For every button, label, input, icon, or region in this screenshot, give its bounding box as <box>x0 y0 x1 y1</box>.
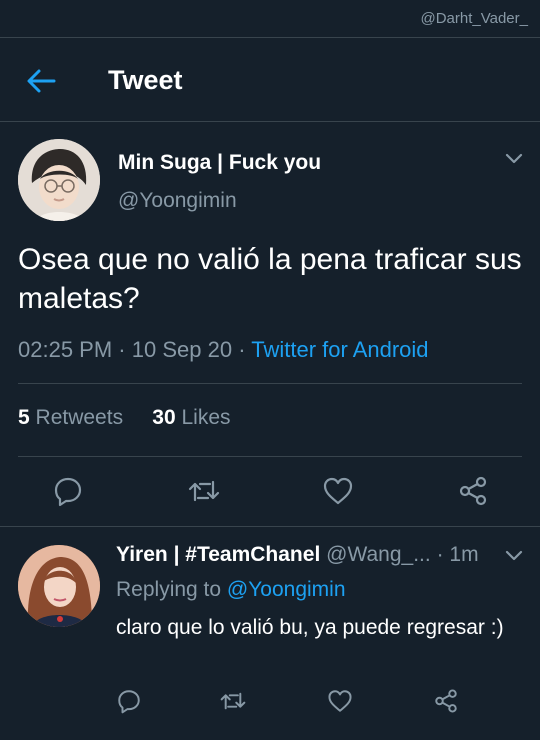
arrow-left-icon <box>27 69 56 93</box>
reply-author-handle[interactable]: @Wang_... <box>326 543 431 566</box>
stats-divider-top <box>18 383 522 384</box>
share-icon <box>435 689 457 713</box>
author-avatar[interactable] <box>18 139 100 221</box>
meta-separator: · <box>238 337 252 362</box>
reply-author-name[interactable]: Yiren | #TeamChanel <box>116 543 320 566</box>
retweet-icon <box>220 692 246 710</box>
like-button[interactable] <box>322 475 354 507</box>
retweets-stat[interactable]: 5 Retweets <box>18 406 123 429</box>
meta-separator: · <box>118 337 132 362</box>
author-handle[interactable]: @Yoongimin <box>118 189 237 213</box>
replying-to-mention[interactable]: @Yoongimin <box>227 578 346 601</box>
watermark: @Darht_Vader_ <box>420 10 528 27</box>
back-button[interactable] <box>24 66 58 96</box>
reply-button[interactable] <box>52 475 84 507</box>
reply-reply-button[interactable] <box>116 688 142 714</box>
reply-header: Yiren | #TeamChanel @Wang_... · 1m <box>116 543 479 567</box>
reply-text: claro que lo valió bu, ya puede regresar… <box>116 616 504 639</box>
header-divider <box>0 121 540 122</box>
avatar-photo <box>18 545 100 627</box>
tweet-time: 02:25 PM <box>18 337 113 362</box>
reply-share-button[interactable] <box>433 688 459 714</box>
share-icon <box>459 476 487 506</box>
reply-like-button[interactable] <box>327 688 353 714</box>
chevron-down-icon <box>505 153 523 164</box>
tweet-meta: 02:25 PM · 10 Sep 20 · Twitter for Andro… <box>18 337 429 363</box>
replying-to: Replying to @Yoongimin <box>116 578 346 602</box>
retweet-icon <box>188 480 220 502</box>
reply-divider <box>0 526 540 527</box>
likes-stat[interactable]: 30 Likes <box>152 406 230 429</box>
author-name[interactable]: Min Suga | Fuck you <box>118 151 321 175</box>
reply-time: 1m <box>449 543 479 566</box>
header-separator: · <box>436 543 444 566</box>
reply-retweet-button[interactable] <box>220 688 246 714</box>
comment-icon <box>118 690 140 714</box>
reply-author-avatar[interactable] <box>18 545 100 627</box>
tweet-stats: 5 Retweets 30 Likes <box>18 406 231 430</box>
share-button[interactable] <box>457 475 489 507</box>
retweet-button[interactable] <box>188 475 220 507</box>
tweet-date: 10 Sep 20 <box>131 337 233 362</box>
top-divider <box>0 37 540 38</box>
tweet-text: Osea que no valió la pena traficar sus m… <box>18 243 522 315</box>
likes-count: 30 <box>152 406 176 429</box>
chevron-down-icon <box>505 550 523 561</box>
avatar-photo <box>18 139 100 221</box>
likes-label: Likes <box>181 406 231 429</box>
app-header: Tweet <box>0 58 540 104</box>
tweet-options-button[interactable] <box>504 152 524 166</box>
stats-divider-bottom <box>18 456 522 457</box>
reply-options-button[interactable] <box>504 549 524 563</box>
page-title: Tweet <box>108 65 183 95</box>
tweet-source-link[interactable]: Twitter for Android <box>251 337 428 362</box>
retweets-label: Retweets <box>35 406 124 429</box>
comment-icon <box>54 477 82 507</box>
replying-prefix: Replying to <box>116 578 222 601</box>
retweets-count: 5 <box>18 406 30 429</box>
heart-icon <box>328 690 352 712</box>
heart-icon <box>323 477 353 505</box>
